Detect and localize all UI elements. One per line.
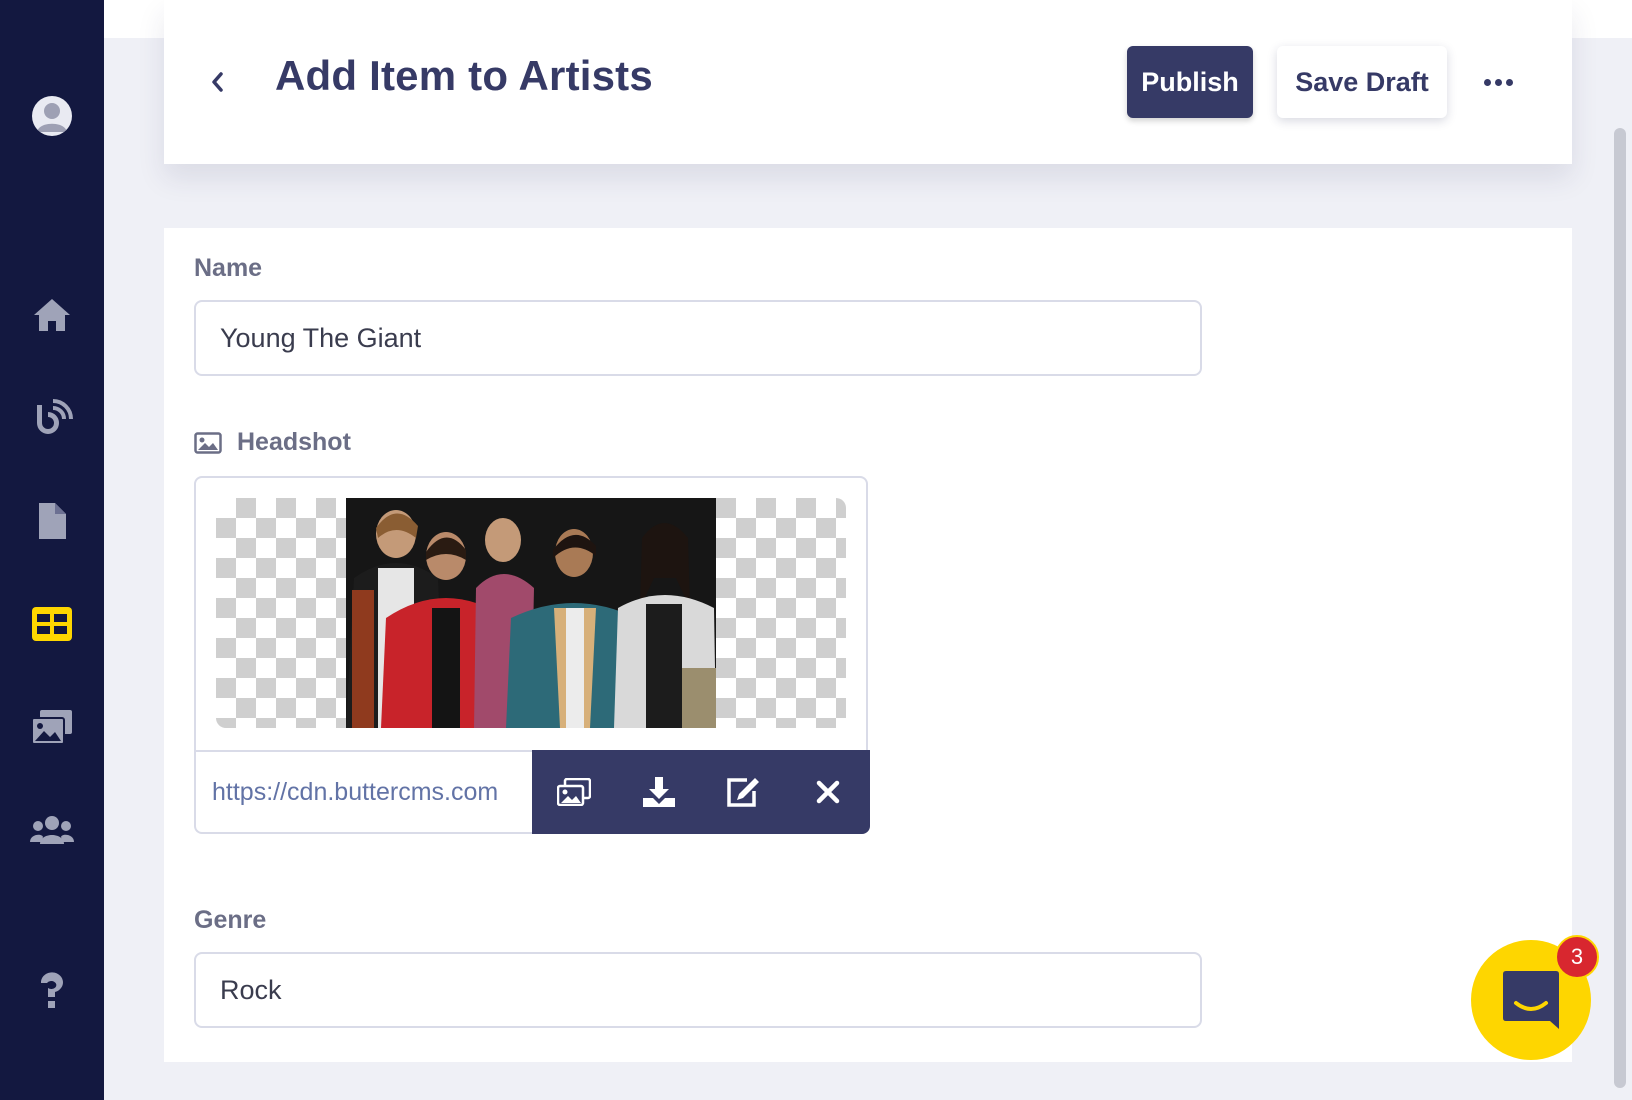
genre-input[interactable] [194, 952, 1202, 1028]
item-form: Name Headshot [164, 228, 1572, 1062]
sidebar [0, 0, 104, 1100]
download-button[interactable] [617, 750, 702, 834]
headshot-url-input[interactable] [194, 750, 532, 834]
more-options-button[interactable] [1473, 66, 1523, 98]
chevron-left-icon [212, 72, 223, 92]
more-dot-icon [1494, 78, 1502, 86]
back-button[interactable] [202, 62, 232, 102]
users-icon[interactable] [27, 805, 77, 855]
headshot-media-field [194, 476, 870, 834]
edit-icon [727, 778, 760, 807]
remove-image-button[interactable] [786, 750, 871, 834]
chat-icon [1503, 971, 1559, 1029]
help-icon[interactable] [27, 966, 77, 1016]
blog-icon[interactable] [27, 393, 77, 443]
close-icon [816, 780, 839, 804]
page-header: Add Item to Artists Publish Save Draft [164, 0, 1572, 164]
media-library-icon[interactable] [27, 702, 77, 752]
pages-icon[interactable] [27, 496, 77, 546]
home-icon[interactable] [27, 290, 77, 340]
headshot-label: Headshot [237, 428, 351, 456]
edit-image-button[interactable] [701, 750, 786, 834]
image-field-icon [194, 432, 222, 454]
media-actions-bar [194, 750, 870, 834]
download-icon [642, 777, 675, 807]
publish-button[interactable]: Publish [1127, 46, 1253, 118]
collections-icon[interactable] [27, 599, 77, 649]
choose-media-button[interactable] [532, 750, 617, 834]
scrollbar[interactable] [1614, 128, 1626, 1088]
more-dot-icon [1505, 78, 1513, 86]
name-label: Name [194, 254, 263, 282]
band-photo [346, 498, 716, 728]
media-tools [532, 750, 870, 834]
genre-label: Genre [194, 906, 267, 934]
media-library-icon [557, 778, 592, 806]
notification-badge: 3 [1555, 935, 1599, 979]
save-draft-button[interactable]: Save Draft [1277, 46, 1447, 118]
more-dot-icon [1483, 78, 1491, 86]
name-input[interactable] [194, 300, 1202, 376]
user-avatar[interactable] [32, 96, 72, 136]
page-title: Add Item to Artists [275, 52, 653, 99]
headshot-preview[interactable] [216, 498, 846, 728]
